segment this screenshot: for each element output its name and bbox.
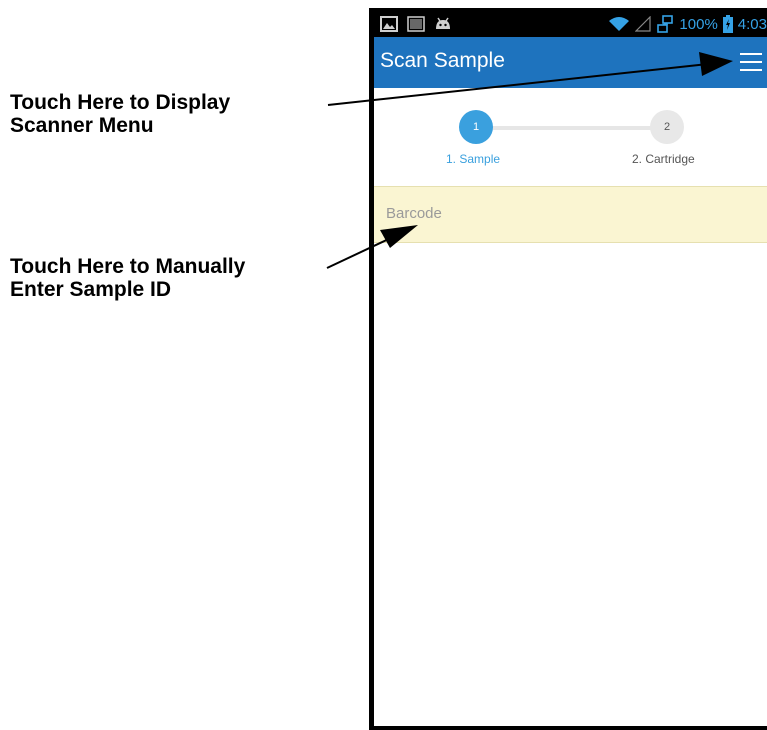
image-icon — [380, 16, 398, 32]
step-2-label: 2. Cartridge — [632, 152, 695, 166]
callout-manual-entry: Touch Here to Manually Enter Sample ID — [10, 255, 245, 301]
step-1-label: 1. Sample — [446, 152, 501, 166]
status-left-icons — [380, 16, 452, 32]
step-2-indicator[interactable]: 2 — [650, 110, 684, 144]
callout-scanner-menu: Touch Here to Display Scanner Menu — [10, 91, 230, 137]
phone-screen: 100% 4:03 Scan Sample 1 2 1. Sample 2. C… — [374, 12, 767, 726]
page-title: Scan Sample — [380, 49, 505, 72]
barcode-input[interactable]: Barcode — [374, 186, 767, 243]
no-signal-icon — [635, 16, 652, 32]
callout-manual-entry-line1: Touch Here to Manually — [10, 255, 246, 278]
status-time: 4:03 — [737, 15, 767, 33]
wifi-icon — [609, 17, 630, 31]
battery-charging-icon — [722, 15, 733, 33]
callout-manual-entry-line2: Enter Sample ID — [10, 278, 172, 301]
step-track — [492, 126, 654, 130]
battery-percent: 100% — [679, 15, 718, 33]
phone-frame: 100% 4:03 Scan Sample 1 2 1. Sample 2. C… — [369, 8, 767, 730]
barcode-icon — [407, 16, 425, 32]
scanner-menu-button[interactable] — [739, 51, 765, 73]
callout-scanner-menu-line1: Touch Here to Display — [10, 91, 231, 114]
step-1-indicator[interactable]: 1 — [459, 110, 493, 144]
status-bar: 100% 4:03 — [374, 12, 767, 37]
android-icon — [436, 17, 450, 29]
barcode-placeholder: Barcode — [386, 205, 442, 222]
app-bar: Scan Sample — [374, 37, 767, 88]
callout-scanner-menu-line2: Scanner Menu — [10, 114, 154, 137]
usb-icon — [657, 15, 674, 33]
status-right-icons: 100% 4:03 — [608, 15, 767, 33]
stepper: 1 2 1. Sample 2. Cartridge — [374, 88, 767, 186]
